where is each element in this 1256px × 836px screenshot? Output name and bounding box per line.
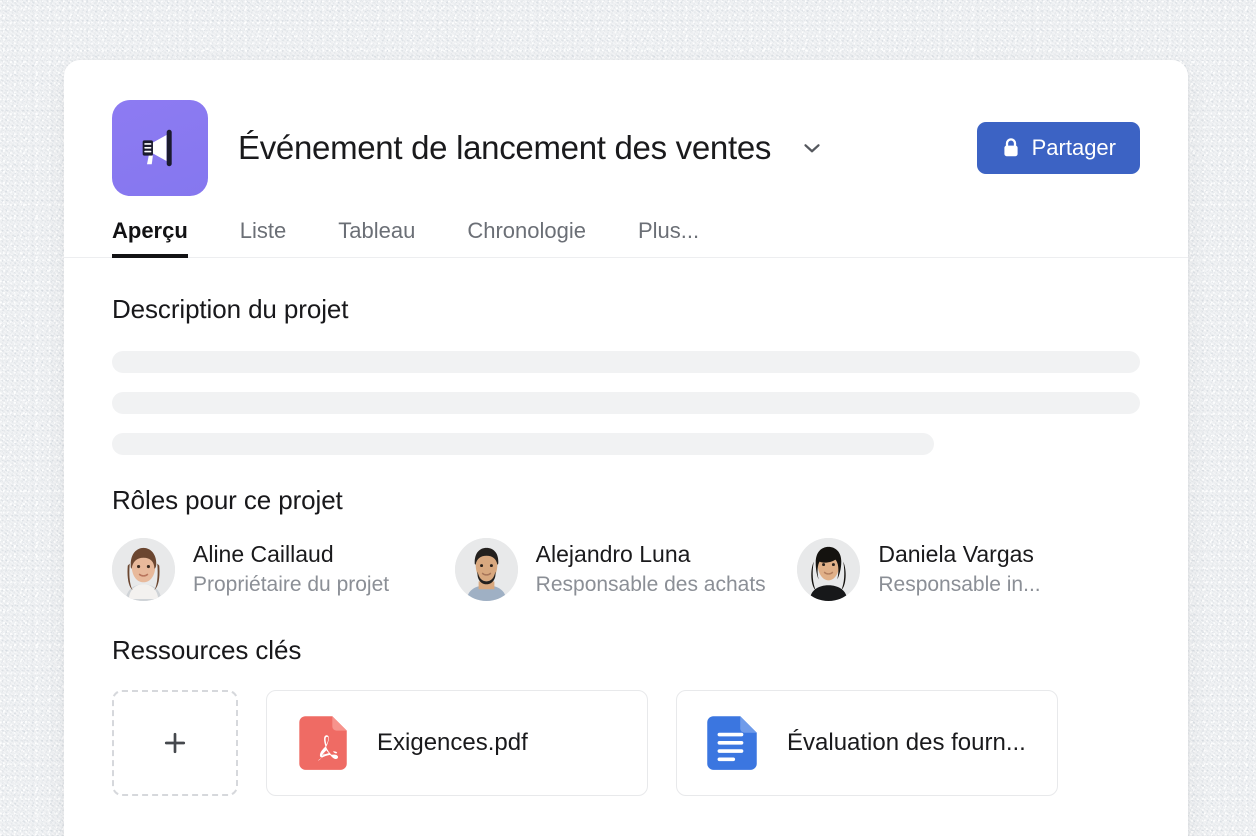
role-item[interactable]: Daniela Vargas Responsable in... bbox=[797, 538, 1140, 601]
chevron-down-icon bbox=[804, 144, 820, 153]
role-person-name: Daniela Vargas bbox=[878, 541, 1034, 568]
plus-icon bbox=[164, 732, 186, 754]
lock-icon bbox=[1004, 138, 1018, 157]
roles-section: Rôles pour ce projet Aline Caillaud Prop… bbox=[112, 485, 1140, 601]
role-person-name: Alejandro Luna bbox=[535, 541, 691, 568]
role-item[interactable]: Alejandro Luna Responsable des achats bbox=[454, 538, 798, 601]
roles-list: Aline Caillaud Propriétaire du projet Al… bbox=[112, 538, 1140, 601]
tab-apercu[interactable]: Aperçu bbox=[112, 218, 188, 258]
resource-card-doc[interactable]: Évaluation des fourn... bbox=[676, 690, 1058, 796]
project-card: Événement de lancement des ventes Partag… bbox=[64, 60, 1188, 836]
skeleton-bar bbox=[112, 433, 935, 455]
overview-content: Description du projet Rôles pour ce proj… bbox=[64, 294, 1188, 796]
role-person-title: Propriétaire du projet bbox=[193, 573, 390, 597]
doc-file-icon bbox=[707, 716, 757, 770]
role-text: Aline Caillaud Propriétaire du projet bbox=[193, 540, 389, 598]
tab-bar: Aperçu Liste Tableau Chronologie Plus... bbox=[64, 218, 1188, 258]
resource-name: Évaluation des fourn... bbox=[787, 729, 1026, 756]
avatar bbox=[797, 538, 861, 601]
share-button-label: Partager bbox=[1031, 135, 1116, 160]
megaphone-icon bbox=[142, 129, 172, 167]
project-menu-button[interactable] bbox=[795, 131, 829, 165]
avatar bbox=[454, 538, 518, 601]
role-person-name: Aline Caillaud bbox=[193, 541, 334, 568]
skeleton-bar bbox=[112, 351, 1140, 373]
tab-plus[interactable]: Plus... bbox=[638, 218, 699, 258]
role-person-title: Responsable in... bbox=[878, 573, 1041, 597]
avatar-image bbox=[797, 538, 861, 601]
share-button[interactable]: Partager bbox=[976, 122, 1140, 174]
resource-name: Exigences.pdf bbox=[377, 729, 528, 756]
role-text: Daniela Vargas Responsable in... bbox=[878, 540, 1040, 598]
resource-card-pdf[interactable]: Exigences.pdf bbox=[266, 690, 648, 796]
resources-list: Exigences.pdf Évaluation des fourn... bbox=[112, 690, 1140, 796]
tab-tableau[interactable]: Tableau bbox=[338, 218, 415, 258]
page-title: Événement de lancement des ventes bbox=[238, 129, 772, 166]
avatar bbox=[112, 538, 175, 601]
add-resource-button[interactable] bbox=[112, 690, 238, 796]
tab-liste[interactable]: Liste bbox=[240, 218, 286, 258]
description-heading: Description du projet bbox=[112, 294, 349, 324]
description-section: Description du projet bbox=[112, 294, 1140, 455]
description-placeholder bbox=[112, 351, 1140, 455]
project-header-row: Événement de lancement des ventes Partag… bbox=[112, 100, 1140, 196]
resources-section: Ressources clés Exigences.pdf Évaluation… bbox=[112, 635, 1140, 796]
project-header: Événement de lancement des ventes Partag… bbox=[64, 60, 1188, 258]
avatar-image bbox=[112, 538, 175, 601]
skeleton-bar bbox=[112, 392, 1140, 414]
project-icon bbox=[112, 100, 208, 196]
roles-heading: Rôles pour ce projet bbox=[112, 485, 343, 515]
role-item[interactable]: Aline Caillaud Propriétaire du projet bbox=[112, 538, 455, 601]
avatar-image bbox=[454, 538, 518, 601]
role-person-title: Responsable des achats bbox=[535, 573, 766, 597]
pdf-file-icon bbox=[299, 716, 347, 770]
role-text: Alejandro Luna Responsable des achats bbox=[536, 540, 766, 598]
tab-chronologie[interactable]: Chronologie bbox=[467, 218, 586, 258]
resources-heading: Ressources clés bbox=[112, 635, 302, 665]
